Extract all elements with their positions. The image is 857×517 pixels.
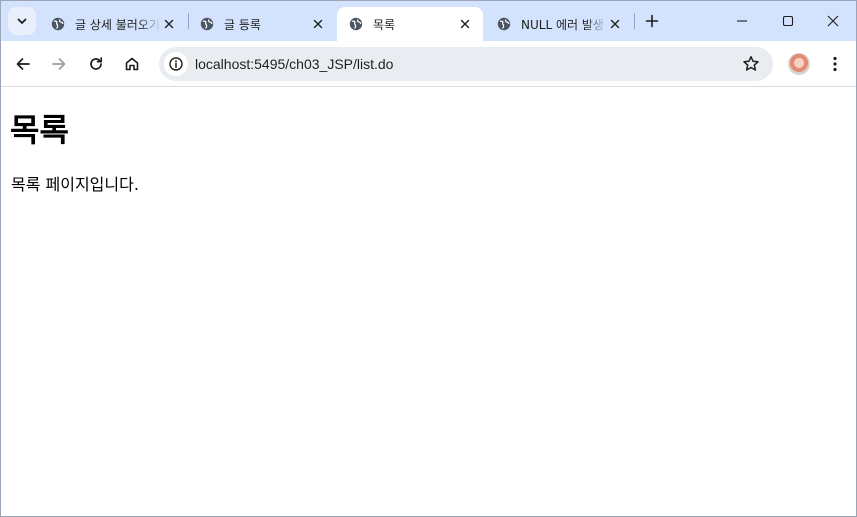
globe-icon <box>51 17 65 31</box>
tab-3[interactable]: NULL 에러 발생 <box>485 7 633 41</box>
tab-1[interactable]: 글 등록 <box>188 7 336 41</box>
info-icon <box>169 57 183 71</box>
close-icon <box>313 19 323 29</box>
home-button[interactable] <box>118 50 146 78</box>
page-heading: 목록 <box>10 111 69 149</box>
profile-avatar[interactable] <box>788 53 810 75</box>
tab-0[interactable]: 글 상세 불러오기 <box>39 7 187 41</box>
close-icon <box>460 19 470 29</box>
bookmark-button[interactable] <box>741 54 761 74</box>
close-icon <box>827 15 839 27</box>
new-tab-button[interactable] <box>641 10 663 32</box>
browser-window: 글 상세 불러오기 글 등록 목록 NULL 에러 발생 localhost:5… <box>0 0 857 517</box>
reload-icon <box>90 57 103 70</box>
close-window-button[interactable] <box>810 1 856 41</box>
plus-icon <box>645 14 659 28</box>
page-content: 목록 목록 페이지입니다. <box>1 88 856 516</box>
tab-title: NULL 에러 발생 <box>521 17 604 32</box>
close-icon <box>610 19 620 29</box>
arrow-right-icon <box>52 58 66 70</box>
maximize-icon <box>782 15 794 27</box>
page-body-text: 목록 페이지입니다. <box>11 175 139 194</box>
globe-icon <box>200 17 214 31</box>
globe-icon <box>349 17 363 31</box>
url-text: localhost:5495/ch03_JSP/list.do <box>195 56 394 72</box>
close-tab-button[interactable] <box>607 16 623 32</box>
tab-title: 목록 <box>373 17 396 32</box>
minimize-button[interactable] <box>719 1 765 41</box>
tab-title: 글 등록 <box>224 17 261 32</box>
home-icon <box>125 57 139 71</box>
close-tab-button[interactable] <box>310 16 326 32</box>
minimize-icon <box>737 20 747 22</box>
tab-title: 글 상세 불러오기 <box>75 17 160 32</box>
site-info-button[interactable] <box>164 52 188 76</box>
more-vert-icon <box>833 56 837 72</box>
browser-toolbar: localhost:5495/ch03_JSP/list.do <box>1 41 856 87</box>
browser-menu-button[interactable] <box>823 51 847 77</box>
globe-icon <box>497 17 511 31</box>
forward-button[interactable] <box>45 50 73 78</box>
tab-strip: 글 상세 불러오기 글 등록 목록 NULL 에러 발생 <box>1 1 856 41</box>
close-icon <box>164 19 174 29</box>
maximize-button[interactable] <box>765 1 811 41</box>
tab-2[interactable]: 목록 <box>337 7 483 41</box>
close-tab-button[interactable] <box>161 16 177 32</box>
arrow-left-icon <box>16 58 30 70</box>
close-tab-button[interactable] <box>457 16 473 32</box>
star-icon <box>743 56 759 71</box>
tab-separator <box>634 13 635 29</box>
chevron-down-icon <box>17 18 27 24</box>
tab-search-button[interactable] <box>8 7 36 35</box>
reload-button[interactable] <box>82 50 110 78</box>
address-bar[interactable]: localhost:5495/ch03_JSP/list.do <box>159 47 773 81</box>
back-button[interactable] <box>9 50 37 78</box>
